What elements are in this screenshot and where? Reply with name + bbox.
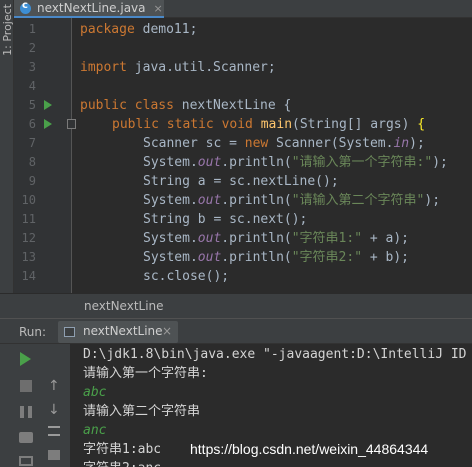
code-line: public class nextNextLine { [80,98,292,113]
line-number: 10 [21,193,36,207]
restore-layout-icon[interactable] [19,456,33,466]
soft-wrap-icon[interactable] [48,426,60,436]
line-number: 11 [21,212,36,226]
line-number: 9 [28,174,36,188]
code-content: package demo11; import java.util.Scanner… [80,18,448,284]
line-number: 13 [21,250,36,264]
console-line: 请输入第一个字符串: [83,366,208,381]
line-gutter: 1 2 3 4 5 6 7 8 9 10 11 12 13 14 [14,18,76,293]
code-line: package demo11; [80,22,198,37]
run-tab-nextnextline[interactable]: nextNextLine × [58,321,178,343]
console-user-input: anc [83,423,107,438]
run-toolbar: ↑ ↓ [0,344,70,467]
code-line: System.out.println("请输入第二个字符串"); [143,193,441,208]
breadcrumb-item[interactable]: nextNextLine [84,299,164,313]
run-label: Run: [19,325,47,339]
code-line: import java.util.Scanner; [80,60,276,75]
editor-tab-label: nextNextLine.java [37,1,146,15]
run-class-gutter-icon[interactable] [44,100,52,110]
line-number: 2 [28,41,36,55]
line-number: 8 [28,155,36,169]
line-number: 6 [28,117,36,131]
code-line: sc.close(); [143,269,230,284]
rerun-icon[interactable] [20,352,31,366]
close-icon[interactable]: × [154,2,163,15]
arrow-down-icon[interactable]: ↓ [48,402,64,418]
stop-icon[interactable] [20,380,32,392]
line-number: 1 [28,22,36,36]
project-tool-strip[interactable]: 1: Project [0,0,14,318]
code-editor[interactable]: 1 2 3 4 5 6 7 8 9 10 11 12 13 14 package… [14,18,472,293]
line-number: 4 [28,79,36,93]
code-line: String a = sc.nextLine(); [143,174,339,189]
run-tab-label: nextNextLine [83,324,163,338]
code-line: System.out.println("字符串2:" + b); [143,250,410,265]
console-line: 字符串2:anc [83,459,161,467]
line-number: 7 [28,136,36,150]
console-line: 字符串1:abc [83,442,162,457]
fold-marker-icon[interactable] [67,119,76,129]
line-number: 12 [21,231,36,245]
arrow-up-icon[interactable]: ↑ [48,378,64,394]
run-main-gutter-icon[interactable] [44,119,52,129]
editor-tab-nextnextline[interactable]: nextNextLine.java × [14,0,164,18]
console-user-input: abc [83,385,107,400]
run-config-icon [64,327,75,337]
console-line: 请输入第二个字符串 [83,404,201,419]
code-line: System.out.println("请输入第一个字符串:"); [143,155,448,170]
run-tool-header: Run: nextNextLine × [0,318,472,344]
editor-tab-bar: nextNextLine.java × [14,0,472,18]
dump-threads-icon[interactable] [19,432,33,443]
console-line: D:\jdk1.8\bin\java.exe "-javaagent:D:\In… [83,347,467,362]
print-icon[interactable] [48,450,60,460]
line-number: 14 [21,269,36,283]
close-icon[interactable]: × [162,324,172,338]
code-line: public static void main(String[] args) { [112,117,426,132]
pause-icon[interactable] [20,406,32,418]
project-tool-label[interactable]: 1: Project [1,4,14,56]
code-line: Scanner sc = new Scanner(System.in); [143,136,425,151]
line-number: 5 [28,98,36,112]
java-class-icon [20,0,31,14]
code-line: String b = sc.next(); [143,212,308,227]
breadcrumb: nextNextLine [0,293,472,318]
code-line: System.out.println("字符串1:" + a); [143,231,410,246]
watermark-text: https://blog.csdn.net/weixin_44864344 [190,441,429,457]
line-number: 3 [28,60,36,74]
